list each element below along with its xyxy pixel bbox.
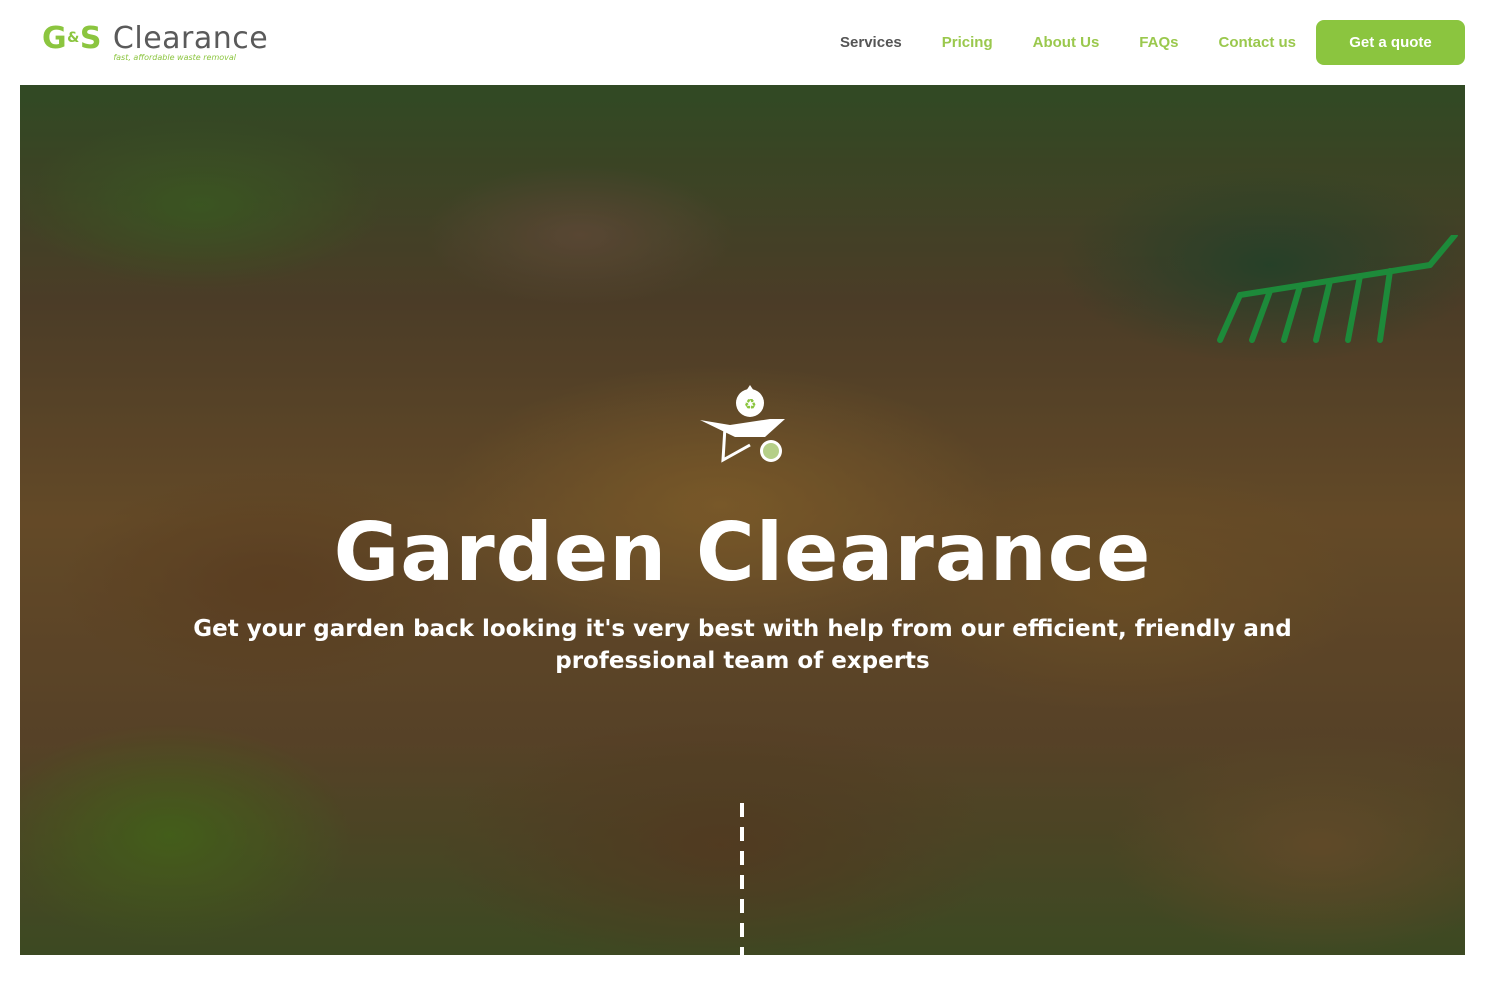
scroll-indicator[interactable] xyxy=(740,803,744,955)
logo[interactable]: G&S Clearance fast, affordable waste rem… xyxy=(42,20,269,65)
get-a-quote-button[interactable]: Get a quote xyxy=(1316,20,1465,65)
logo-text: G&S Clearance xyxy=(42,21,269,56)
nav-pricing[interactable]: Pricing xyxy=(942,34,993,51)
hero-subtitle: Get your garden back looking it's very b… xyxy=(193,616,1292,674)
nav-services[interactable]: Services xyxy=(840,34,902,51)
wheelbarrow-recycle-icon: ♻ xyxy=(700,385,785,463)
nav-faqs[interactable]: FAQs xyxy=(1139,34,1178,51)
site-header: G&S Clearance fast, affordable waste rem… xyxy=(0,0,1485,85)
svg-text:♻: ♻ xyxy=(744,397,757,413)
hero-banner: ♻ Garden Clearance Get your garden back … xyxy=(20,85,1465,955)
main-nav: Services Pricing About Us FAQs Contact u… xyxy=(800,20,1465,65)
rake-image xyxy=(1217,235,1458,343)
hero-title: Garden Clearance xyxy=(333,506,1152,599)
logo-tagline: fast, affordable waste removal xyxy=(113,53,236,62)
nav-about-us[interactable]: About Us xyxy=(1033,34,1100,51)
nav-contact-us[interactable]: Contact us xyxy=(1218,34,1296,51)
